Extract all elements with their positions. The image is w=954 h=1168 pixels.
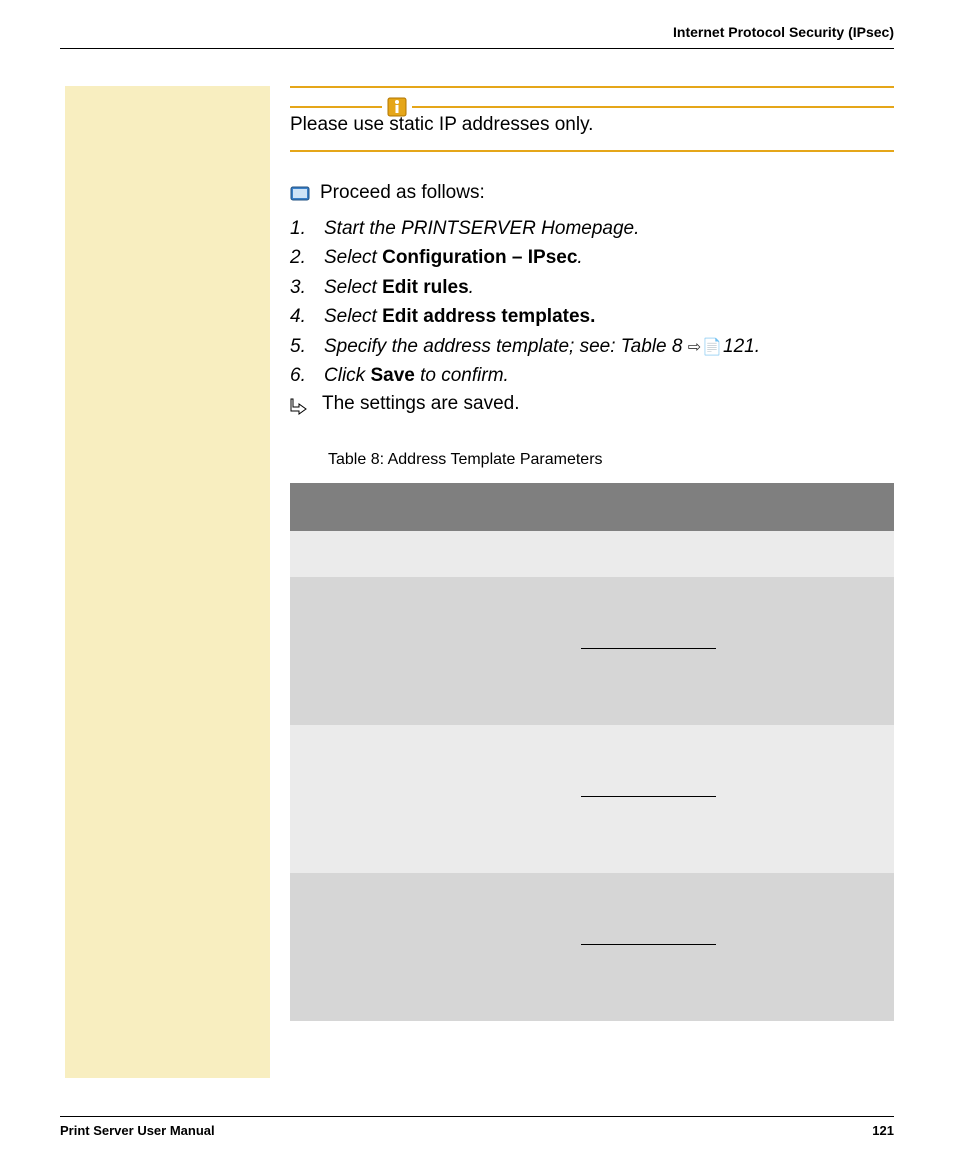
result-arrow-icon: [290, 397, 308, 415]
page-footer: Print Server User Manual 121: [60, 1116, 894, 1138]
address-template-table: [290, 483, 894, 1021]
table-row: [290, 577, 894, 725]
step-text: Select Edit rules.: [324, 273, 894, 302]
footer-left: Print Server User Manual: [60, 1123, 215, 1138]
step-text: Click Save to confirm.: [324, 361, 894, 390]
rule-decoration: [412, 106, 894, 108]
table-header-row: [290, 483, 894, 531]
result-row: The settings are saved.: [290, 393, 894, 415]
proceed-row: Proceed as follows:: [290, 182, 894, 204]
steps-list: 1. Start the PRINTSERVER Homepage. 2. Se…: [290, 214, 894, 391]
step-number: 4.: [290, 302, 324, 331]
step-item: 6. Click Save to confirm.: [290, 361, 894, 390]
page-ref-icon: ⇨📄: [688, 339, 723, 356]
step-number: 5.: [290, 332, 324, 361]
step-number: 6.: [290, 361, 324, 390]
step-item: 5. Specify the address template; see: Ta…: [290, 332, 894, 361]
step-item: 4. Select Edit address templates.: [290, 302, 894, 331]
content-column: Please use static IP addresses only. Pro…: [290, 86, 894, 1021]
step-text: Start the PRINTSERVER Homepage.: [324, 214, 894, 243]
table-row: [290, 725, 894, 873]
step-number: 3.: [290, 273, 324, 302]
note-text: Please use static IP addresses only.: [290, 106, 894, 136]
header-title: Internet Protocol Security (IPsec): [673, 24, 894, 40]
sidebar-pane: [65, 86, 270, 1078]
proceed-text: Proceed as follows:: [320, 182, 485, 204]
step-text: Select Configuration – IPsec.: [324, 243, 894, 272]
table-row: [290, 531, 894, 577]
step-text: Select Edit address templates.: [324, 302, 894, 331]
step-item: 2. Select Configuration – IPsec.: [290, 243, 894, 272]
result-text: The settings are saved.: [322, 393, 520, 415]
table-caption: Table 8: Address Template Parameters: [328, 451, 894, 469]
rule-decoration: [290, 106, 382, 108]
underline-decoration: [581, 944, 716, 945]
table-row: [290, 873, 894, 1021]
page-header: Internet Protocol Security (IPsec): [60, 24, 894, 49]
step-item: 1. Start the PRINTSERVER Homepage.: [290, 214, 894, 243]
footer-page-number: 121: [872, 1123, 894, 1138]
step-item: 3. Select Edit rules.: [290, 273, 894, 302]
underline-decoration: [581, 648, 716, 649]
step-text: Specify the address template; see: Table…: [324, 332, 894, 361]
note-callout: Please use static IP addresses only.: [290, 86, 894, 152]
step-number: 1.: [290, 214, 324, 243]
info-icon: [386, 94, 408, 118]
underline-decoration: [581, 796, 716, 797]
proceed-icon: [290, 184, 310, 202]
step-number: 2.: [290, 243, 324, 272]
